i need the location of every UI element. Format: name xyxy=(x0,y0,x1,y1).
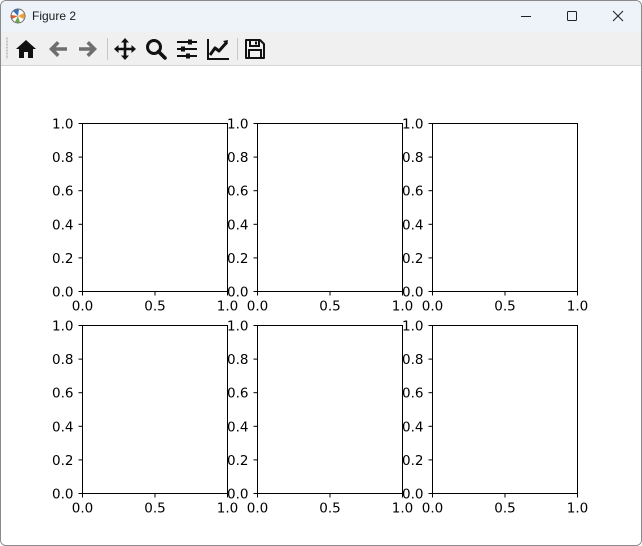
sliders-icon xyxy=(177,39,197,59)
back-button[interactable] xyxy=(45,36,71,62)
minimize-icon xyxy=(521,16,531,17)
y-tick-label: 1.0 xyxy=(227,319,248,335)
toolbar-separator xyxy=(107,38,108,60)
y-tick-label: 0.8 xyxy=(402,352,423,368)
x-tick-label: 0.5 xyxy=(494,299,515,315)
x-tick-label: 0.5 xyxy=(319,299,340,315)
close-icon xyxy=(612,10,624,22)
axes-frame xyxy=(82,123,228,292)
x-tick-label: 1.0 xyxy=(217,299,238,315)
y-tick-label: 0.0 xyxy=(402,487,423,503)
x-tick-label: 1.0 xyxy=(392,501,413,517)
axes-frame xyxy=(432,325,578,494)
y-tick-label: 0.0 xyxy=(52,487,73,503)
x-tick-label: 0.0 xyxy=(72,299,93,315)
axes-frame xyxy=(432,123,578,292)
y-tick-label: 0.4 xyxy=(52,419,73,435)
y-tick-label: 1.0 xyxy=(52,319,73,335)
y-tick-label: 0.4 xyxy=(402,419,423,435)
axes-frame xyxy=(257,325,403,494)
line-chart-icon xyxy=(207,39,229,60)
y-tick-label: 0.8 xyxy=(52,150,73,166)
pan-button[interactable] xyxy=(112,36,138,62)
x-tick-label: 0.5 xyxy=(144,501,165,517)
x-tick-label: 0.5 xyxy=(494,501,515,517)
y-tick-label: 0.6 xyxy=(227,386,248,402)
y-tick-label: 0.0 xyxy=(227,285,248,301)
floppy-disk-icon xyxy=(245,39,265,59)
y-tick-label: 0.4 xyxy=(227,217,248,233)
home-icon xyxy=(16,40,36,58)
forward-button[interactable] xyxy=(75,36,101,62)
y-tick-label: 1.0 xyxy=(402,117,423,133)
y-tick-label: 0.2 xyxy=(227,453,248,469)
subplot-axes[interactable]: 0.0 0.5 1.0 0.0 0.2 0.4 0.6 0.8 1.0 xyxy=(227,117,413,315)
window-title: Figure 2 xyxy=(32,9,77,23)
toolbar-grip[interactable] xyxy=(6,37,8,59)
subplot-axes[interactable]: 0.0 0.5 1.0 0.0 0.2 0.4 0.6 0.8 1.0 xyxy=(52,319,238,517)
navigation-toolbar xyxy=(1,32,641,66)
save-button[interactable] xyxy=(242,36,268,62)
y-tick-label: 1.0 xyxy=(227,117,248,133)
y-tick-label: 0.4 xyxy=(52,217,73,233)
y-tick-label: 0.2 xyxy=(52,251,73,267)
y-tick-label: 0.6 xyxy=(52,184,73,200)
y-tick-label: 0.6 xyxy=(52,386,73,402)
y-tick-label: 0.8 xyxy=(227,352,248,368)
y-tick-label: 0.6 xyxy=(402,386,423,402)
y-tick-label: 0.4 xyxy=(227,419,248,435)
matplotlib-logo-icon xyxy=(10,8,26,24)
figure-canvas[interactable]: 0.0 0.5 1.0 0.0 0.2 0.4 0.6 0.8 1.0 0.0 0.5 1.0 0.0 0… xyxy=(1,66,641,545)
x-tick-label: 0.0 xyxy=(247,501,268,517)
axes-frame xyxy=(82,325,228,494)
y-tick-label: 1.0 xyxy=(402,319,423,335)
y-tick-label: 0.6 xyxy=(402,184,423,200)
y-tick-label: 0.8 xyxy=(402,150,423,166)
title-bar[interactable]: Figure 2 xyxy=(1,1,641,32)
edit-axes-button[interactable] xyxy=(205,36,231,62)
toolbar-separator xyxy=(237,38,238,60)
subplot-axes[interactable]: 0.0 0.5 1.0 0.0 0.2 0.4 0.6 0.8 1.0 xyxy=(402,117,588,315)
subplot-axes[interactable]: 0.0 0.5 1.0 0.0 0.2 0.4 0.6 0.8 1.0 xyxy=(227,319,413,517)
arrow-right-icon xyxy=(79,41,97,57)
y-tick-label: 0.6 xyxy=(227,184,248,200)
zoom-button[interactable] xyxy=(143,36,169,62)
y-tick-label: 0.2 xyxy=(52,453,73,469)
x-tick-label: 1.0 xyxy=(567,501,588,517)
x-tick-label: 1.0 xyxy=(217,501,238,517)
y-tick-label: 0.2 xyxy=(402,453,423,469)
y-tick-label: 0.2 xyxy=(227,251,248,267)
x-tick-label: 0.0 xyxy=(72,501,93,517)
figure-window: Figure 2 0.0 0.5 1.0 0.0 0.2 0.4 0.6 0.8… xyxy=(0,0,642,546)
y-tick-label: 0.4 xyxy=(402,217,423,233)
y-tick-label: 0.0 xyxy=(227,487,248,503)
axes-frame xyxy=(257,123,403,292)
x-tick-label: 1.0 xyxy=(392,299,413,315)
y-tick-label: 0.2 xyxy=(402,251,423,267)
x-tick-label: 0.5 xyxy=(319,501,340,517)
arrow-left-icon xyxy=(49,41,67,57)
x-tick-label: 0.0 xyxy=(422,501,443,517)
configure-subplots-button[interactable] xyxy=(174,36,200,62)
home-button[interactable] xyxy=(13,36,39,62)
y-tick-label: 0.0 xyxy=(402,285,423,301)
y-tick-label: 0.0 xyxy=(52,285,73,301)
minimize-button[interactable] xyxy=(503,1,549,32)
maximize-icon xyxy=(567,11,577,21)
x-tick-label: 0.5 xyxy=(144,299,165,315)
move-icon xyxy=(114,38,136,60)
x-tick-label: 0.0 xyxy=(422,299,443,315)
subplot-axes[interactable]: 0.0 0.5 1.0 0.0 0.2 0.4 0.6 0.8 1.0 xyxy=(52,117,238,315)
maximize-button[interactable] xyxy=(549,1,595,32)
y-tick-label: 0.8 xyxy=(52,352,73,368)
magnifier-icon xyxy=(146,39,167,60)
subplots-figure: 0.0 0.5 1.00.00.20.40.60.81.00.0 0.5 1.00.00… xyxy=(52,117,588,517)
close-button[interactable] xyxy=(595,1,641,32)
y-tick-label: 0.8 xyxy=(227,150,248,166)
subplot-axes[interactable]: 0.0 0.5 1.0 0.0 0.2 0.4 0.6 0.8 1.0 xyxy=(402,319,588,517)
y-tick-label: 1.0 xyxy=(52,117,73,133)
x-tick-label: 0.0 xyxy=(247,299,268,315)
x-tick-label: 1.0 xyxy=(567,299,588,315)
